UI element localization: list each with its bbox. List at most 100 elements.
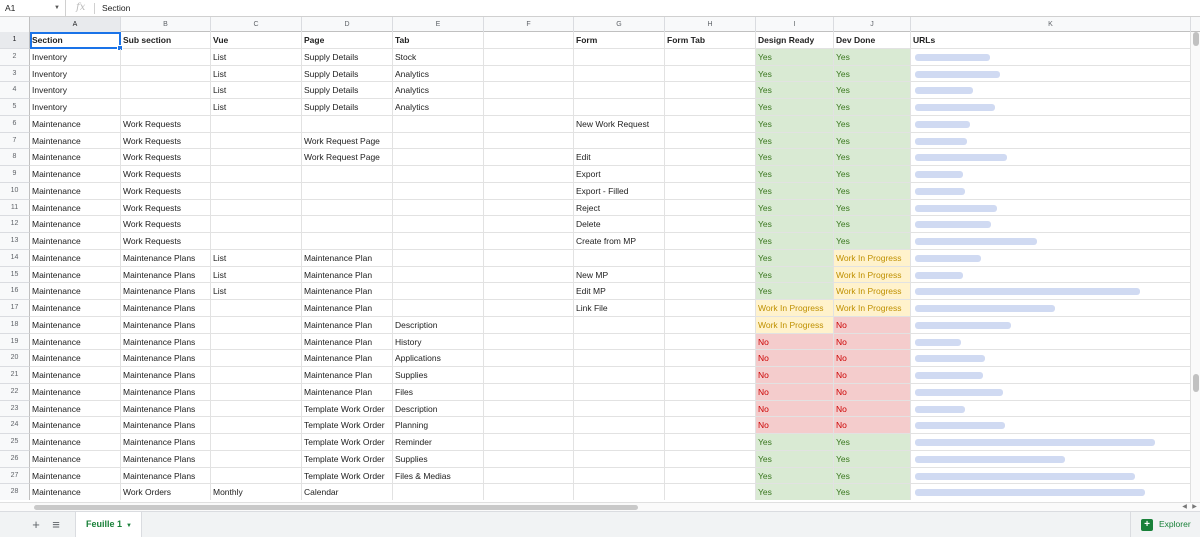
cell-g[interactable] xyxy=(574,450,665,468)
cell-url-redacted[interactable] xyxy=(911,166,1191,183)
vertical-scroll-thumb[interactable] xyxy=(1193,32,1199,46)
cell-b[interactable]: Maintenance Plans xyxy=(121,450,211,468)
cell-c[interactable]: List xyxy=(211,283,302,300)
cell-e[interactable]: History xyxy=(393,333,484,351)
dev-done-cell[interactable]: No xyxy=(834,383,911,401)
cell-f[interactable] xyxy=(484,450,574,468)
cell-c[interactable] xyxy=(211,166,302,183)
cell-url-redacted[interactable] xyxy=(911,367,1191,384)
cell-h[interactable] xyxy=(665,283,756,300)
design-ready-cell[interactable]: Yes xyxy=(756,99,834,116)
cell-g[interactable] xyxy=(574,333,665,351)
column-header-i[interactable]: I xyxy=(756,17,834,32)
cell-e[interactable]: Stock xyxy=(393,48,484,66)
cell-a[interactable]: Maintenance xyxy=(30,400,121,418)
cell-a[interactable]: Maintenance xyxy=(30,300,121,317)
cell-d[interactable]: Supply Details xyxy=(302,48,393,66)
cell-url-redacted[interactable] xyxy=(911,199,1191,217)
cell-h[interactable] xyxy=(665,249,756,267)
cell-a[interactable]: Maintenance xyxy=(30,333,121,351)
cell-b[interactable]: Maintenance Plans xyxy=(121,434,211,451)
column-header-j[interactable]: J xyxy=(834,17,911,32)
row-number[interactable]: 2 xyxy=(0,48,30,66)
cell-b[interactable]: Maintenance Plans xyxy=(121,383,211,401)
design-ready-cell[interactable]: Yes xyxy=(756,233,834,250)
cell-c[interactable] xyxy=(211,383,302,401)
cell-c[interactable] xyxy=(211,233,302,250)
cell-f[interactable] xyxy=(484,233,574,250)
cell-g[interactable]: Export - Filled xyxy=(574,182,665,200)
design-ready-cell[interactable]: Yes xyxy=(756,149,834,166)
row-number[interactable]: 26 xyxy=(0,450,30,468)
dev-done-cell[interactable]: Yes xyxy=(834,115,911,133)
design-ready-cell[interactable]: Work In Progress xyxy=(756,300,834,317)
cell-h[interactable] xyxy=(665,216,756,233)
cell-d[interactable]: Calendar xyxy=(302,484,393,500)
column-header-d[interactable]: D xyxy=(302,17,393,32)
cell-b[interactable]: Maintenance Plans xyxy=(121,316,211,334)
name-box[interactable]: A1 ▼ xyxy=(0,0,66,16)
cell-d[interactable]: Maintenance Plan xyxy=(302,266,393,284)
cell-c[interactable] xyxy=(211,115,302,133)
cell-e[interactable] xyxy=(393,283,484,300)
design-ready-cell[interactable]: Yes xyxy=(756,115,834,133)
row-number[interactable]: 23 xyxy=(0,400,30,418)
cell-url-redacted[interactable] xyxy=(911,300,1191,317)
cell-a[interactable]: Maintenance xyxy=(30,467,121,485)
row-number[interactable]: 15 xyxy=(0,266,30,284)
cell-url-redacted[interactable] xyxy=(911,65,1191,83)
cell-url-redacted[interactable] xyxy=(911,350,1191,367)
cell-e[interactable]: Reminder xyxy=(393,434,484,451)
design-ready-cell[interactable]: No xyxy=(756,400,834,418)
cell-h[interactable] xyxy=(665,467,756,485)
cell-e[interactable] xyxy=(393,166,484,183)
row-number[interactable]: 5 xyxy=(0,99,30,116)
design-ready-cell[interactable]: Yes xyxy=(756,132,834,150)
cell-a[interactable]: Maintenance xyxy=(30,266,121,284)
cell-f[interactable] xyxy=(484,350,574,367)
cell-e[interactable] xyxy=(393,132,484,150)
design-ready-cell[interactable]: Yes xyxy=(756,266,834,284)
header-cell-a[interactable]: Section xyxy=(30,32,121,49)
cell-b[interactable]: Work Requests xyxy=(121,149,211,166)
cell-h[interactable] xyxy=(665,48,756,66)
cell-g[interactable]: New Work Request xyxy=(574,115,665,133)
cell-c[interactable] xyxy=(211,434,302,451)
cell-e[interactable] xyxy=(393,233,484,250)
cell-c[interactable] xyxy=(211,132,302,150)
cell-c[interactable] xyxy=(211,467,302,485)
dev-done-cell[interactable]: Work In Progress xyxy=(834,283,911,300)
header-cell-b[interactable]: Sub section xyxy=(121,32,211,49)
cell-a[interactable]: Maintenance xyxy=(30,417,121,434)
row-number[interactable]: 3 xyxy=(0,65,30,83)
dev-done-cell[interactable]: Work In Progress xyxy=(834,300,911,317)
cell-a[interactable]: Maintenance xyxy=(30,182,121,200)
cell-g[interactable]: Export xyxy=(574,166,665,183)
cell-f[interactable] xyxy=(484,367,574,384)
cell-url-redacted[interactable] xyxy=(911,182,1191,200)
dev-done-cell[interactable]: No xyxy=(834,316,911,334)
cell-b[interactable]: Work Requests xyxy=(121,199,211,217)
design-ready-cell[interactable]: Yes xyxy=(756,182,834,200)
cell-e[interactable]: Analytics xyxy=(393,82,484,99)
cell-c[interactable] xyxy=(211,367,302,384)
cell-e[interactable]: Applications xyxy=(393,350,484,367)
design-ready-cell[interactable]: Yes xyxy=(756,199,834,217)
cell-h[interactable] xyxy=(665,417,756,434)
row-number[interactable]: 11 xyxy=(0,199,30,217)
cell-d[interactable]: Supply Details xyxy=(302,65,393,83)
cell-b[interactable]: Work Requests xyxy=(121,216,211,233)
all-sheets-menu-icon[interactable]: ≡ xyxy=(48,517,64,533)
cell-f[interactable] xyxy=(484,48,574,66)
design-ready-cell[interactable]: Work In Progress xyxy=(756,316,834,334)
cell-c[interactable] xyxy=(211,333,302,351)
cell-url-redacted[interactable] xyxy=(911,417,1191,434)
dev-done-cell[interactable]: Work In Progress xyxy=(834,266,911,284)
column-header-f[interactable]: F xyxy=(484,17,574,32)
dev-done-cell[interactable]: Yes xyxy=(834,434,911,451)
cell-h[interactable] xyxy=(665,199,756,217)
cell-e[interactable] xyxy=(393,249,484,267)
cell-h[interactable] xyxy=(665,132,756,150)
cell-c[interactable]: List xyxy=(211,65,302,83)
cell-a[interactable]: Maintenance xyxy=(30,383,121,401)
